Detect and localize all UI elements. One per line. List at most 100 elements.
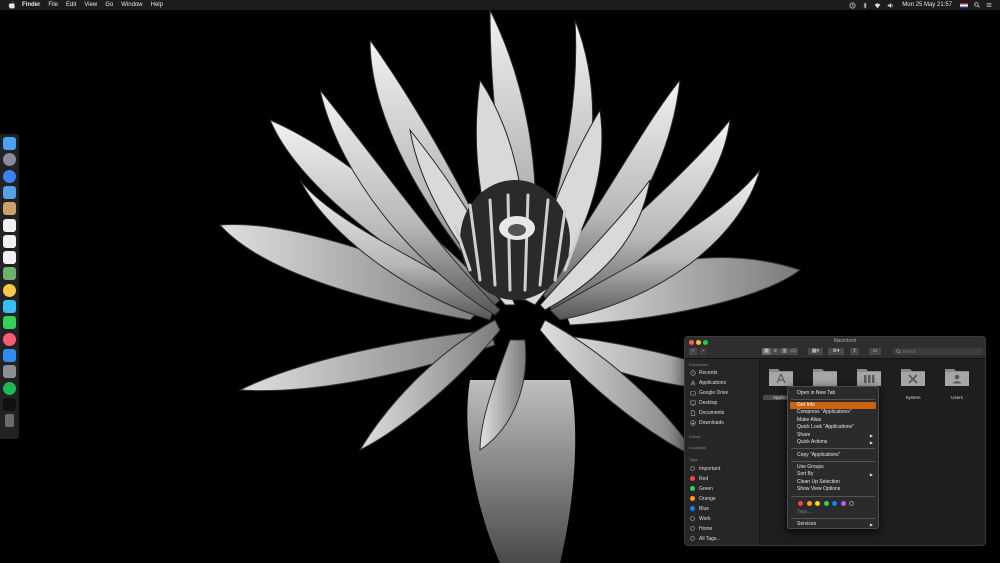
sidebar-tag-all[interactable]: All Tags... [690, 534, 721, 543]
tag-dot-icon [690, 516, 695, 521]
menu-item-share[interactable]: Share ▶ [790, 432, 876, 439]
spotify-icon[interactable] [3, 381, 16, 395]
system-folder-icon [901, 369, 925, 386]
menu-item-compress[interactable]: Compress “Applications” [790, 409, 876, 416]
flag-icon[interactable] [960, 2, 968, 8]
folder-icon [813, 369, 837, 386]
tag-dot-icon [690, 526, 695, 531]
sidebar-tag-home[interactable]: Home [690, 524, 712, 533]
menu-item-label: Services [797, 520, 817, 527]
system-preferences-icon[interactable] [3, 365, 16, 379]
sidebar-header-favourites: Favourites [689, 362, 708, 367]
menu-item-get-info[interactable]: Get Info [790, 402, 876, 409]
sidebar-tag-red[interactable]: Red [690, 474, 708, 483]
tag-yellow-dot[interactable] [815, 501, 820, 506]
wifi-icon[interactable] [874, 2, 881, 9]
zoom-button[interactable] [703, 340, 708, 345]
menu-finder[interactable]: Finder [22, 0, 40, 10]
menu-item-quick-look[interactable]: Quick Look “Applications” [790, 424, 876, 431]
group-button[interactable]: ▦▾ [808, 348, 823, 355]
sidebar-item-desktop[interactable]: Desktop [690, 398, 717, 407]
sidebar-item-recents[interactable]: Recents [690, 368, 717, 377]
music-icon[interactable] [3, 332, 16, 346]
action-button[interactable]: ⚙▾ [828, 348, 844, 355]
search-input[interactable] [893, 348, 983, 355]
icon-view-button[interactable]: ▦ [762, 348, 771, 355]
menu-item-open-in-new-tab[interactable]: Open in New Tab [790, 390, 876, 397]
back-button[interactable]: ‹ [689, 348, 697, 355]
tag-dot-icon [690, 496, 695, 501]
sidebar-tag-orange[interactable]: Orange [690, 494, 716, 503]
menu-window[interactable]: Window [121, 0, 142, 10]
folder-system[interactable]: System [900, 365, 926, 400]
tag-label: Red [699, 475, 709, 482]
menu-extras: Mon 25 May 21:57 [843, 1, 992, 9]
menu-list-icon[interactable] [986, 2, 992, 8]
finder-sidebar: Favourites Recents Applications Google D… [685, 359, 760, 545]
reminders-icon[interactable] [3, 234, 16, 248]
menu-item-quick-actions[interactable]: Quick Actions ▶ [790, 439, 876, 446]
terminal-icon[interactable] [3, 397, 16, 411]
list-view-button[interactable]: ≡ [771, 348, 780, 355]
tag-label: Orange [699, 495, 716, 502]
tag-dot-icon [690, 486, 695, 491]
sidebar-tag-green[interactable]: Green [690, 484, 713, 493]
sidebar-item-downloads[interactable]: Downloads [690, 418, 724, 427]
photos-icon[interactable] [3, 283, 16, 297]
notes-icon[interactable] [3, 202, 16, 216]
menu-item-clean-up-selection[interactable]: Clean Up Selection [790, 479, 876, 486]
maps-icon[interactable] [3, 267, 16, 281]
calendar-icon[interactable] [3, 218, 16, 232]
menu-item-make-alias[interactable]: Make Alias [790, 417, 876, 424]
menu-edit[interactable]: Edit [66, 0, 76, 10]
time-machine-icon[interactable] [849, 1, 856, 9]
safari-icon[interactable] [3, 169, 16, 183]
recents-icon [690, 369, 696, 376]
facetime-icon[interactable] [3, 316, 16, 330]
tag-label: Work [699, 515, 711, 522]
submenu-arrow-icon: ▶ [869, 440, 873, 445]
gallery-view-button[interactable]: ▭ [789, 348, 798, 355]
app-store-icon[interactable] [3, 348, 16, 362]
sidebar-tag-important[interactable]: Important [690, 464, 720, 473]
mail-icon[interactable] [3, 185, 16, 199]
share-button[interactable]: ⇪ [850, 348, 859, 355]
menu-item-tags[interactable]: Tags... [790, 509, 876, 516]
folder-users[interactable]: Users [944, 365, 970, 400]
tag-blue-dot[interactable] [832, 501, 837, 506]
apple-icon[interactable] [8, 1, 16, 9]
tags-button[interactable]: ▭ [869, 348, 881, 355]
finder-icon[interactable] [3, 137, 16, 150]
menu-help[interactable]: Help [151, 0, 163, 10]
sidebar-item-documents[interactable]: Documents [690, 408, 724, 417]
volume-icon[interactable] [887, 2, 894, 9]
sidebar-tag-work[interactable]: Work [690, 514, 711, 523]
forward-button[interactable]: › [699, 348, 707, 355]
sidebar-item-google-drive[interactable]: Google Drive [690, 388, 728, 397]
text-edit-icon[interactable] [3, 251, 16, 265]
tag-green-dot[interactable] [823, 501, 829, 506]
tag-purple-dot[interactable] [840, 501, 846, 506]
tag-orange-dot[interactable] [806, 501, 812, 506]
messages-icon[interactable] [3, 300, 16, 313]
minimize-button[interactable] [696, 340, 701, 345]
menu-item-services[interactable]: Services ▶ [790, 521, 876, 528]
menu-file[interactable]: File [48, 0, 58, 10]
tag-red-dot[interactable] [798, 501, 803, 506]
menu-item-use-groups[interactable]: Use Groups [790, 464, 876, 471]
menu-view[interactable]: View [84, 0, 97, 10]
column-view-button[interactable]: ▥ [780, 348, 789, 355]
sidebar-tag-blue[interactable]: Blue [690, 504, 709, 513]
search-icon[interactable] [974, 2, 980, 8]
menu-go[interactable]: Go [105, 0, 113, 10]
trash-icon[interactable] [5, 414, 14, 428]
bluetooth-icon[interactable] [862, 1, 868, 9]
close-button[interactable] [689, 340, 694, 345]
menu-item-copy[interactable]: Copy “Applications” [790, 452, 876, 459]
menu-item-sort-by[interactable]: Sort By ▶ [790, 471, 876, 478]
clock[interactable]: Mon 25 May 21:57 [902, 2, 952, 8]
tag-gray-dot[interactable] [849, 501, 854, 506]
launchpad-icon[interactable] [3, 153, 16, 167]
sidebar-item-applications[interactable]: Applications [690, 378, 726, 387]
menu-item-show-view-options[interactable]: Show View Options [790, 486, 876, 493]
